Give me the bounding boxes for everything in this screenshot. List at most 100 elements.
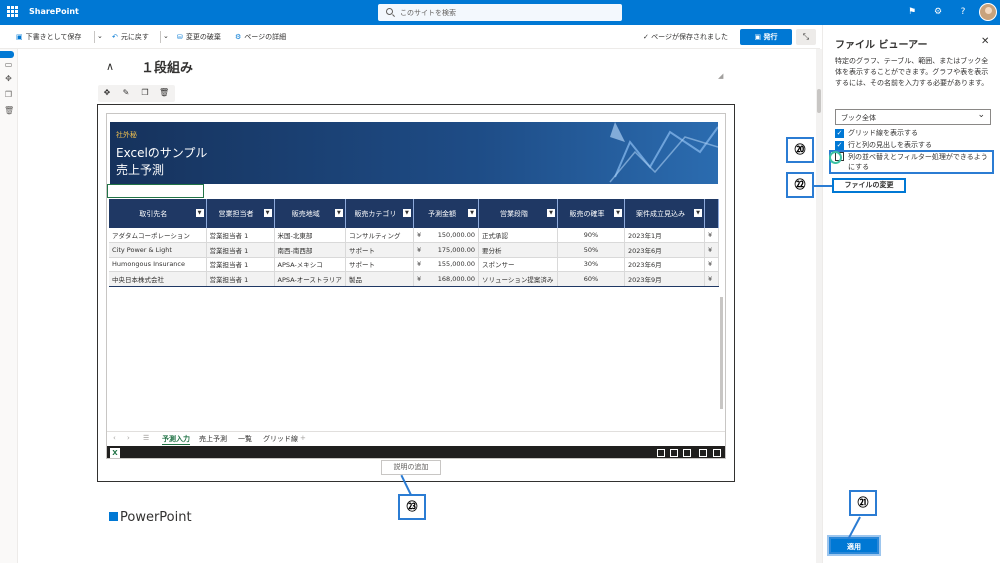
resize-grip-icon[interactable]: ◢ xyxy=(718,72,723,80)
cell-category[interactable]: コンサルティング xyxy=(345,228,414,243)
download-icon[interactable] xyxy=(657,449,665,457)
megaphone-icon[interactable]: ⚑ xyxy=(906,6,918,18)
move-webpart-icon[interactable]: ✥ xyxy=(102,88,112,98)
apply-button[interactable]: 適用 xyxy=(827,535,881,556)
column-header[interactable]: 案件成立見込み ▼ xyxy=(624,199,705,228)
cell-probability[interactable]: 30% xyxy=(557,257,625,272)
undo-dropdown-chevron-icon[interactable]: ⌄ xyxy=(163,32,169,40)
copy-icon[interactable] xyxy=(670,449,678,457)
cell-category[interactable]: 製品 xyxy=(345,271,414,287)
excel-embed[interactable]: 社外秘 Excelのサンプル 売上予測 取引先名 ▼ 営業担当者 ▼ 販売地域 ▼ 販… xyxy=(106,113,726,459)
collapse-section-chevron-icon[interactable]: ∧ xyxy=(106,60,114,73)
column-header[interactable]: 予測金額 ▼ xyxy=(413,199,480,228)
range-select[interactable]: ブック全体 xyxy=(835,109,991,125)
caption-input[interactable]: 説明の追加 xyxy=(381,460,441,475)
cell-overflow[interactable]: ¥ xyxy=(704,257,719,272)
collapse-panel-icon[interactable]: ⤡ xyxy=(796,29,816,45)
cell-region[interactable]: APSA-オーストラリア xyxy=(274,271,346,287)
headers-checkbox[interactable]: ✓ 行と列の見出しを表示する xyxy=(835,140,932,150)
sheet-tab[interactable]: 予測入力 xyxy=(162,434,190,445)
cell-currency[interactable]: ¥ xyxy=(413,271,428,287)
sheet-tab[interactable]: 売上予測 xyxy=(199,434,227,444)
cell-close-date[interactable]: 2023年6月 xyxy=(624,257,705,272)
search-box[interactable]: このサイトを検索 xyxy=(378,4,622,21)
cell-close-date[interactable]: 2023年6月 xyxy=(624,242,705,258)
edit-webpart-icon[interactable]: ✎ xyxy=(121,88,131,98)
column-header[interactable]: 営業段階 ▼ xyxy=(478,199,558,228)
save-draft-button[interactable]: ▣ 下書きとして保存 xyxy=(16,32,81,42)
help-icon[interactable]: ? xyxy=(957,6,969,18)
column-header[interactable]: 販売地域 ▼ xyxy=(274,199,346,228)
cell-stage[interactable]: スポンサー xyxy=(478,257,558,272)
cell-account[interactable]: City Power & Light xyxy=(109,242,207,258)
scroll-thumb[interactable] xyxy=(817,89,821,113)
cell-overflow[interactable]: ¥ xyxy=(704,271,719,287)
fullscreen-icon[interactable] xyxy=(713,449,721,457)
cell-category[interactable]: サポート xyxy=(345,257,414,272)
add-sheet-icon[interactable]: + xyxy=(300,434,306,442)
cell-region[interactable]: APSA-メキシコ xyxy=(274,257,346,272)
gear-icon[interactable]: ⚙ xyxy=(932,6,944,18)
cell-rep[interactable]: 営業担当者 1 xyxy=(206,271,275,287)
filter-dropdown-icon[interactable]: ▼ xyxy=(468,209,476,217)
cell-region[interactable]: 米国-北東部 xyxy=(274,228,346,243)
change-file-button[interactable]: ファイルの変更 xyxy=(832,178,906,193)
cell-account[interactable]: 中央日本株式会社 xyxy=(109,271,207,287)
close-icon[interactable]: ✕ xyxy=(981,36,989,47)
move-icon[interactable]: ✥ xyxy=(4,74,13,83)
filter-dropdown-icon[interactable]: ▼ xyxy=(195,209,204,217)
grid-view-icon[interactable] xyxy=(699,449,707,457)
cell-account[interactable]: アダタムコーポレーション xyxy=(109,228,207,243)
duplicate-webpart-icon[interactable]: ❐ xyxy=(140,88,150,98)
sheet-tab[interactable]: 一覧 xyxy=(238,434,252,444)
next-sheet-icon[interactable]: › xyxy=(127,434,130,442)
cell-region[interactable]: 南西-南西部 xyxy=(274,242,346,258)
filter-dropdown-icon[interactable]: ▼ xyxy=(547,209,555,217)
brand-name[interactable]: SharePoint xyxy=(29,7,79,16)
cell-currency[interactable]: ¥ xyxy=(413,228,428,243)
avatar[interactable] xyxy=(979,3,997,21)
cell-account[interactable]: Humongous Insurance xyxy=(109,257,207,272)
gridlines-checkbox[interactable]: ✓ グリッド線を表示する xyxy=(835,128,918,138)
cell-probability[interactable]: 50% xyxy=(557,242,625,258)
sheet-tab[interactable]: グリッド線 xyxy=(263,434,298,444)
cell-probability[interactable]: 90% xyxy=(557,228,625,243)
comment-icon[interactable]: ▭ xyxy=(4,60,13,69)
prev-sheet-icon[interactable]: ‹ xyxy=(113,434,116,442)
cell-amount[interactable]: 168,000.00 xyxy=(427,271,480,287)
filter-dropdown-icon[interactable]: ▼ xyxy=(334,209,343,217)
page-details-button[interactable]: ⚙ ページの詳細 xyxy=(235,32,286,42)
cell-close-date[interactable]: 2023年1月 xyxy=(624,228,705,243)
cell-stage[interactable]: 正式承認 xyxy=(478,228,558,243)
cell-rep[interactable]: 営業担当者 1 xyxy=(206,228,275,243)
cell-close-date[interactable]: 2023年9月 xyxy=(624,271,705,287)
filter-dropdown-icon[interactable]: ▼ xyxy=(263,209,272,217)
cell-overflow[interactable]: ¥ xyxy=(704,242,719,258)
cell-category[interactable]: サポート xyxy=(345,242,414,258)
publish-button[interactable]: ▣ 発行 xyxy=(740,29,792,45)
cell-probability[interactable]: 60% xyxy=(557,271,625,287)
cell-stage[interactable]: ソリューション提案済み xyxy=(478,271,558,287)
print-icon[interactable] xyxy=(683,449,691,457)
column-header[interactable]: 販売の確率 ▼ xyxy=(557,199,625,228)
delete-webpart-icon[interactable]: 🗑 xyxy=(159,88,169,98)
cell-currency[interactable]: ¥ xyxy=(413,257,428,272)
save-dropdown-chevron-icon[interactable]: ⌄ xyxy=(97,32,103,40)
sheet-list-icon[interactable]: ☰ xyxy=(143,434,149,442)
column-header[interactable]: 営業担当者 ▼ xyxy=(206,199,275,228)
cell-rep[interactable]: 営業担当者 1 xyxy=(206,257,275,272)
app-launcher-icon[interactable] xyxy=(7,6,18,17)
column-header[interactable]: 取引先名 ▼ xyxy=(109,199,207,228)
delete-icon[interactable]: 🗑 xyxy=(4,106,14,115)
discard-button[interactable]: ⛁ 変更の破棄 xyxy=(177,32,221,42)
cell-overflow[interactable]: ¥ xyxy=(704,228,719,243)
undo-button[interactable]: ↶ 元に戻す xyxy=(112,32,149,42)
cell-amount[interactable]: 155,000.00 xyxy=(427,257,480,272)
scroll-thumb[interactable] xyxy=(720,297,723,409)
cell-rep[interactable]: 営業担当者 1 xyxy=(206,242,275,258)
filter-dropdown-icon[interactable]: ▼ xyxy=(614,209,622,217)
filter-dropdown-icon[interactable]: ▼ xyxy=(402,209,411,217)
sheet-scrollbar[interactable] xyxy=(719,199,725,429)
column-header[interactable]: 販売カテゴリ ▼ xyxy=(345,199,414,228)
cell-amount[interactable]: 150,000.00 xyxy=(427,228,480,243)
